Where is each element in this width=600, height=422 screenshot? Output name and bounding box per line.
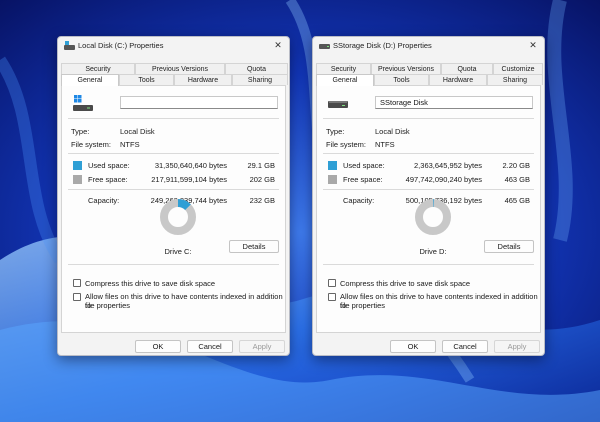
tab-tools[interactable]: Tools bbox=[374, 74, 429, 85]
separator bbox=[323, 153, 534, 154]
drive-icon bbox=[64, 41, 75, 50]
free-space-gb: 202 GB bbox=[249, 175, 275, 184]
tab-sharing[interactable]: Sharing bbox=[487, 74, 543, 85]
close-icon[interactable]: ✕ bbox=[527, 39, 539, 51]
separator bbox=[68, 189, 279, 190]
cancel-button[interactable]: Cancel bbox=[442, 340, 488, 353]
compress-label: Compress this drive to save disk space bbox=[85, 279, 216, 288]
details-button[interactable]: Details bbox=[484, 240, 534, 253]
tab-previous-versions[interactable]: Previous Versions bbox=[135, 63, 225, 74]
type-value: Local Disk bbox=[375, 127, 410, 136]
window-title: Local Disk (C:) Properties bbox=[78, 41, 164, 50]
hard-drive-icon bbox=[328, 101, 348, 108]
tab-hardware[interactable]: Hardware bbox=[174, 74, 232, 85]
free-space-swatch bbox=[73, 175, 82, 184]
tab-quota[interactable]: Quota bbox=[225, 63, 288, 74]
used-space-bytes: 2,363,645,952 bytes bbox=[414, 161, 482, 170]
tab-row-2: General Tools Hardware Sharing bbox=[61, 74, 288, 86]
titlebar[interactable]: Local Disk (C:) Properties ✕ bbox=[58, 37, 289, 55]
free-space-bytes: 217,911,599,104 bytes bbox=[151, 175, 227, 184]
used-space-label: Used space: bbox=[88, 161, 130, 170]
index-label-line2: file properties bbox=[340, 301, 386, 310]
capacity-label: Capacity: bbox=[88, 196, 120, 205]
index-label-line2: file properties bbox=[85, 301, 131, 310]
free-space-swatch bbox=[328, 175, 337, 184]
tab-row-2: General Tools Hardware Sharing bbox=[316, 74, 543, 86]
details-button[interactable]: Details bbox=[229, 240, 279, 253]
index-checkbox[interactable] bbox=[328, 293, 336, 301]
drive-icon bbox=[319, 44, 330, 49]
tab-row-1: Security Previous Versions Quota bbox=[61, 63, 288, 74]
close-icon[interactable]: ✕ bbox=[272, 39, 284, 51]
tab-row-1: Security Previous Versions Quota Customi… bbox=[316, 63, 543, 74]
tab-sharing[interactable]: Sharing bbox=[232, 74, 288, 85]
used-space-swatch bbox=[328, 161, 337, 170]
free-space-bytes: 497,742,090,240 bytes bbox=[405, 175, 482, 184]
file-system-value: NTFS bbox=[120, 140, 140, 149]
ok-button[interactable]: OK bbox=[390, 340, 436, 353]
drive-label: Drive C: bbox=[164, 247, 192, 256]
compress-label: Compress this drive to save disk space bbox=[340, 279, 471, 288]
separator bbox=[68, 153, 279, 154]
general-panel: Type: Local Disk File system: NTFS Used … bbox=[316, 85, 541, 333]
type-label: Type: bbox=[326, 127, 345, 136]
free-space-label: Free space: bbox=[88, 175, 128, 184]
type-label: Type: bbox=[71, 127, 90, 136]
tab-previous-versions[interactable]: Previous Versions bbox=[371, 63, 441, 74]
used-space-bytes: 31,350,640,640 bytes bbox=[154, 161, 227, 170]
volume-name-input[interactable] bbox=[120, 96, 278, 109]
tab-security[interactable]: Security bbox=[61, 63, 135, 74]
free-space-label: Free space: bbox=[343, 175, 383, 184]
tab-hardware[interactable]: Hardware bbox=[429, 74, 487, 85]
usage-donut bbox=[415, 199, 451, 235]
used-space-gb: 2.20 GB bbox=[502, 161, 530, 170]
window-title: SStorage Disk (D:) Properties bbox=[333, 41, 432, 50]
capacity-gb: 465 GB bbox=[504, 196, 530, 205]
capacity-gb: 232 GB bbox=[249, 196, 275, 205]
tab-security[interactable]: Security bbox=[316, 63, 371, 74]
properties-dialog-c: Local Disk (C:) Properties ✕ Security Pr… bbox=[57, 36, 290, 356]
titlebar[interactable]: SStorage Disk (D:) Properties ✕ bbox=[313, 37, 544, 55]
tab-customize[interactable]: Customize bbox=[493, 63, 543, 74]
ok-button[interactable]: OK bbox=[135, 340, 181, 353]
used-space-label: Used space: bbox=[343, 161, 385, 170]
usage-donut bbox=[160, 199, 196, 235]
compress-checkbox[interactable] bbox=[73, 279, 81, 287]
index-checkbox[interactable] bbox=[73, 293, 81, 301]
compress-checkbox[interactable] bbox=[328, 279, 336, 287]
tab-general[interactable]: General bbox=[316, 74, 374, 86]
used-space-swatch bbox=[73, 161, 82, 170]
apply-button[interactable]: Apply bbox=[239, 340, 285, 353]
general-panel: Type: Local Disk File system: NTFS Used … bbox=[61, 85, 286, 333]
separator bbox=[68, 118, 279, 119]
tab-general[interactable]: General bbox=[61, 74, 119, 86]
free-space-gb: 463 GB bbox=[504, 175, 530, 184]
file-system-label: File system: bbox=[71, 140, 112, 149]
properties-dialog-d: SStorage Disk (D:) Properties ✕ Security… bbox=[312, 36, 545, 356]
drive-label: Drive D: bbox=[419, 247, 447, 256]
file-system-value: NTFS bbox=[375, 140, 395, 149]
tab-tools[interactable]: Tools bbox=[119, 74, 174, 85]
type-value: Local Disk bbox=[120, 127, 155, 136]
windows-drive-icon bbox=[73, 95, 93, 111]
tab-quota[interactable]: Quota bbox=[441, 63, 493, 74]
separator bbox=[323, 118, 534, 119]
cancel-button[interactable]: Cancel bbox=[187, 340, 233, 353]
separator bbox=[68, 264, 279, 265]
separator bbox=[323, 189, 534, 190]
apply-button[interactable]: Apply bbox=[494, 340, 540, 353]
volume-name-input[interactable] bbox=[375, 96, 533, 109]
free-arc bbox=[415, 199, 451, 235]
separator bbox=[323, 264, 534, 265]
capacity-label: Capacity: bbox=[343, 196, 375, 205]
file-system-label: File system: bbox=[326, 140, 367, 149]
used-space-gb: 29.1 GB bbox=[247, 161, 275, 170]
